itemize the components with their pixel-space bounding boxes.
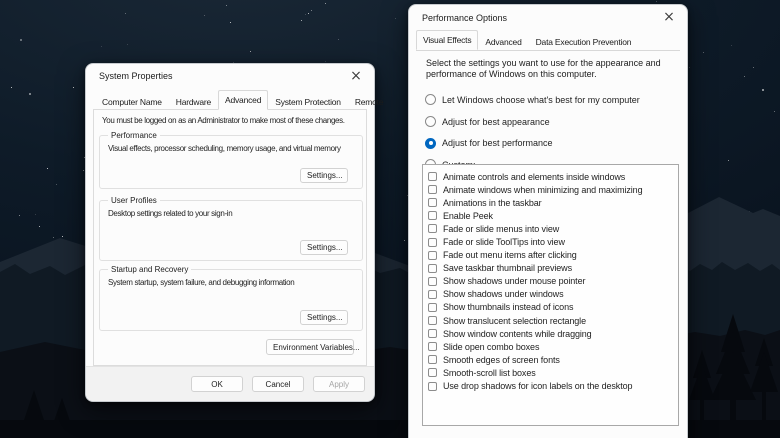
- checkbox-icon[interactable]: [428, 303, 437, 312]
- checkbox-icon[interactable]: [428, 185, 437, 194]
- checkbox-row[interactable]: Slide open combo boxes: [423, 340, 678, 353]
- group-label: Performance: [108, 131, 160, 140]
- desktop: System Properties × Computer NameHardwar…: [0, 0, 780, 438]
- admin-note: You must be logged on as an Administrato…: [102, 116, 345, 125]
- tab[interactable]: Computer Name: [95, 92, 169, 110]
- checkbox-icon[interactable]: [428, 316, 437, 325]
- radio-icon[interactable]: [425, 116, 436, 127]
- checkbox-row[interactable]: Show window contents while dragging: [423, 327, 678, 340]
- checkbox-icon[interactable]: [428, 342, 437, 351]
- checkbox-label: Fade or slide ToolTips into view: [443, 237, 565, 247]
- close-icon[interactable]: ×: [658, 8, 680, 26]
- performance-options-dialog: Performance Options × Visual EffectsAdva…: [408, 4, 688, 438]
- checkbox-icon[interactable]: [428, 329, 437, 338]
- environment-variables-button[interactable]: Environment Variables...: [266, 339, 354, 355]
- checkbox-icon[interactable]: [428, 355, 437, 364]
- radio-option[interactable]: Adjust for best performance: [425, 132, 640, 154]
- radio-option[interactable]: Let Windows choose what's best for my co…: [425, 89, 640, 111]
- radio-group: Let Windows choose what's best for my co…: [425, 89, 640, 176]
- checkbox-row[interactable]: Fade out menu items after clicking: [423, 249, 678, 262]
- checkbox-label: Show translucent selection rectangle: [443, 316, 586, 326]
- tab-strip: Visual EffectsAdvancedData Execution Pre…: [416, 32, 638, 50]
- checkbox-row[interactable]: Save taskbar thumbnail previews: [423, 262, 678, 275]
- checkbox-icon[interactable]: [428, 251, 437, 260]
- checkbox-label: Slide open combo boxes: [443, 342, 539, 352]
- checkbox-label: Smooth edges of screen fonts: [443, 355, 560, 365]
- checkbox-label: Show shadows under mouse pointer: [443, 276, 585, 286]
- tab[interactable]: Data Execution Prevention: [529, 32, 639, 50]
- checkbox-row[interactable]: Show shadows under windows: [423, 288, 678, 301]
- checkbox-row[interactable]: Fade or slide menus into view: [423, 222, 678, 235]
- checkbox-icon[interactable]: [428, 290, 437, 299]
- checkbox-label: Animations in the taskbar: [443, 198, 542, 208]
- footer-button[interactable]: OK: [191, 376, 243, 392]
- radio-icon[interactable]: [425, 138, 436, 149]
- checkbox-icon[interactable]: [428, 264, 437, 273]
- advanced-tab-page: You must be logged on as an Administrato…: [93, 109, 367, 366]
- dialog-title: System Properties: [99, 71, 173, 81]
- checkbox-label: Smooth-scroll list boxes: [443, 368, 536, 378]
- checkbox-icon[interactable]: [428, 211, 437, 220]
- group-box: User Profiles Desktop settings related t…: [99, 200, 363, 261]
- checkbox-icon[interactable]: [428, 382, 437, 391]
- radio-label: Adjust for best appearance: [442, 117, 550, 127]
- settings-button[interactable]: Settings...: [300, 310, 348, 325]
- intro-text: Select the settings you want to use for …: [426, 58, 661, 80]
- checkbox-icon[interactable]: [428, 238, 437, 247]
- checkbox-row[interactable]: Show thumbnails instead of icons: [423, 301, 678, 314]
- checkbox-row[interactable]: Animate windows when minimizing and maxi…: [423, 183, 678, 196]
- visual-effects-list[interactable]: Animate controls and elements inside win…: [422, 164, 679, 426]
- checkbox-label: Enable Peek: [443, 211, 493, 221]
- checkbox-row[interactable]: Show shadows under mouse pointer: [423, 275, 678, 288]
- radio-option[interactable]: Adjust for best appearance: [425, 111, 640, 133]
- tab[interactable]: Advanced: [478, 32, 528, 50]
- footer-button[interactable]: Cancel: [252, 376, 304, 392]
- checkbox-icon[interactable]: [428, 198, 437, 207]
- checkbox-row[interactable]: Smooth-scroll list boxes: [423, 366, 678, 379]
- checkbox-label: Show thumbnails instead of icons: [443, 302, 573, 312]
- tab[interactable]: Advanced: [218, 90, 268, 110]
- group-label: User Profiles: [108, 196, 160, 205]
- checkbox-row[interactable]: Show translucent selection rectangle: [423, 314, 678, 327]
- checkbox-row[interactable]: Smooth edges of screen fonts: [423, 353, 678, 366]
- checkbox-icon[interactable]: [428, 277, 437, 286]
- checkbox-label: Show window contents while dragging: [443, 329, 592, 339]
- tab[interactable]: Hardware: [169, 92, 218, 110]
- tab[interactable]: System Protection: [268, 92, 348, 110]
- system-properties-dialog: System Properties × Computer NameHardwar…: [85, 63, 375, 402]
- checkbox-row[interactable]: Fade or slide ToolTips into view: [423, 235, 678, 248]
- group-description: Desktop settings related to your sign-in: [108, 209, 232, 218]
- dialog-title: Performance Options: [422, 13, 507, 23]
- checkbox-label: Animate controls and elements inside win…: [443, 172, 625, 182]
- checkbox-icon[interactable]: [428, 368, 437, 377]
- checkbox-row[interactable]: Enable Peek: [423, 209, 678, 222]
- tab[interactable]: Visual Effects: [416, 30, 478, 50]
- group-box: Performance Visual effects, processor sc…: [99, 135, 363, 189]
- dialog-footer: OK Cancel Apply: [86, 366, 374, 401]
- checkbox-label: Animate windows when minimizing and maxi…: [443, 185, 642, 195]
- radio-icon[interactable]: [425, 94, 436, 105]
- tab-strip: Computer NameHardwareAdvancedSystem Prot…: [95, 92, 390, 110]
- checkbox-label: Save taskbar thumbnail previews: [443, 263, 572, 273]
- group-box: Startup and Recovery System startup, sys…: [99, 269, 363, 331]
- settings-button[interactable]: Settings...: [300, 240, 348, 255]
- radio-label: Let Windows choose what's best for my co…: [442, 95, 640, 105]
- checkbox-row[interactable]: Animations in the taskbar: [423, 196, 678, 209]
- tab[interactable]: Remote: [348, 92, 391, 110]
- checkbox-label: Fade out menu items after clicking: [443, 250, 577, 260]
- group-description: Visual effects, processor scheduling, me…: [108, 144, 341, 153]
- checkbox-row[interactable]: Use drop shadows for icon labels on the …: [423, 380, 678, 393]
- checkbox-label: Show shadows under windows: [443, 289, 563, 299]
- group-label: Startup and Recovery: [108, 265, 191, 274]
- footer-button[interactable]: Apply: [313, 376, 365, 392]
- group-description: System startup, system failure, and debu…: [108, 278, 294, 287]
- checkbox-label: Fade or slide menus into view: [443, 224, 559, 234]
- close-icon[interactable]: ×: [345, 67, 367, 85]
- checkbox-label: Use drop shadows for icon labels on the …: [443, 381, 632, 391]
- checkbox-icon[interactable]: [428, 224, 437, 233]
- checkbox-icon[interactable]: [428, 172, 437, 181]
- radio-label: Adjust for best performance: [442, 138, 553, 148]
- settings-button[interactable]: Settings...: [300, 168, 348, 183]
- checkbox-row[interactable]: Animate controls and elements inside win…: [423, 170, 678, 183]
